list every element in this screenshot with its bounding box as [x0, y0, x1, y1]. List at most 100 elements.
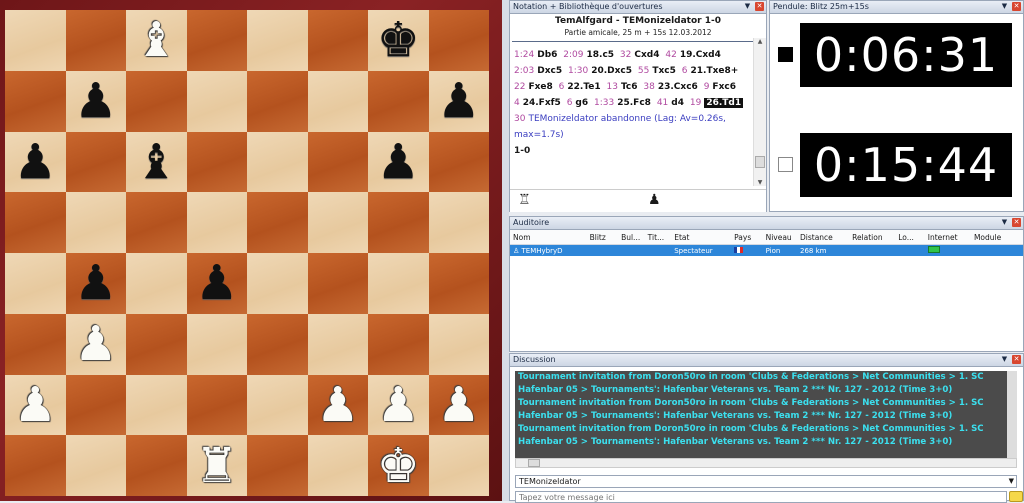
- board-square[interactable]: [307, 253, 368, 314]
- move[interactable]: 23.Cxc6: [658, 82, 698, 92]
- move[interactable]: 26.Td1: [704, 98, 744, 108]
- board-square[interactable]: [247, 131, 308, 193]
- send-button[interactable]: [1009, 491, 1023, 502]
- chat-scrollbar[interactable]: [1007, 371, 1017, 458]
- board-square[interactable]: [186, 313, 247, 375]
- table-row[interactable]: ♙ TEMHybryD Spectateur Pion 268 km: [510, 245, 1023, 256]
- close-icon[interactable]: ✕: [1012, 355, 1021, 364]
- board-square[interactable]: [186, 374, 247, 436]
- board-square[interactable]: [247, 435, 308, 496]
- scroll-down-icon[interactable]: ▼: [754, 179, 766, 186]
- board-square[interactable]: [307, 435, 368, 496]
- board-square[interactable]: [126, 313, 187, 375]
- scroll-thumb[interactable]: [755, 156, 765, 168]
- column-header[interactable]: Nom: [510, 233, 587, 242]
- board-square[interactable]: [428, 131, 489, 193]
- board-square[interactable]: [65, 131, 126, 193]
- board-square[interactable]: [368, 313, 429, 375]
- column-header[interactable]: Niveau: [763, 233, 797, 242]
- board-square[interactable]: [247, 253, 308, 314]
- board-square[interactable]: [428, 253, 489, 314]
- board-square[interactable]: [307, 10, 368, 71]
- board-square[interactable]: [307, 313, 368, 375]
- column-header[interactable]: Relation: [849, 233, 895, 242]
- black-piece[interactable]: ♟: [14, 138, 57, 186]
- board-square[interactable]: [247, 313, 308, 375]
- chessboard[interactable]: ♝ ♚ ♟ ♟ ♟ ♝ ♟ ♟ ♟ ♟ ♟ ♟ ♟ ♟ ♜ ♚: [5, 10, 489, 496]
- column-header[interactable]: Internet: [925, 233, 971, 242]
- chat-target-select[interactable]: TEMonizeldator ▼: [515, 475, 1017, 488]
- column-header[interactable]: Tit...: [645, 233, 672, 242]
- board-square[interactable]: [126, 435, 187, 496]
- board-square[interactable]: [307, 192, 368, 253]
- column-header[interactable]: Blitz: [587, 233, 618, 242]
- board-square[interactable]: [247, 70, 308, 132]
- white-piece[interactable]: ♟: [14, 381, 57, 429]
- board-square[interactable]: [65, 192, 126, 253]
- white-piece[interactable]: ♟: [74, 320, 117, 368]
- board-square[interactable]: ♟: [186, 253, 247, 314]
- board-square[interactable]: ♚: [368, 435, 429, 496]
- board-square[interactable]: [126, 253, 187, 314]
- board-square[interactable]: [247, 192, 308, 253]
- move[interactable]: 22.Te1: [567, 82, 600, 92]
- board-square[interactable]: [368, 70, 429, 132]
- board-square[interactable]: [307, 70, 368, 132]
- black-piece[interactable]: ♚: [377, 16, 420, 64]
- move[interactable]: 24.Fxf5: [523, 98, 561, 108]
- column-header[interactable]: Lo...: [895, 233, 925, 242]
- board-square[interactable]: ♝: [126, 10, 187, 71]
- move[interactable]: Dxc5: [537, 66, 562, 76]
- white-piece[interactable]: ♟: [377, 381, 420, 429]
- notation-scrollbar[interactable]: ▲ ▼: [753, 38, 766, 186]
- scroll-up-icon[interactable]: ▲: [754, 38, 766, 45]
- white-piece[interactable]: ♚: [377, 442, 420, 490]
- board-square[interactable]: [186, 131, 247, 193]
- board-square[interactable]: [428, 192, 489, 253]
- board-square[interactable]: ♟: [428, 70, 489, 132]
- move[interactable]: Tc6: [621, 82, 638, 92]
- board-square[interactable]: [247, 374, 308, 436]
- board-square[interactable]: [307, 131, 368, 193]
- column-header[interactable]: Etat: [671, 233, 731, 242]
- move[interactable]: 21.Txe8+: [691, 66, 739, 76]
- black-piece[interactable]: ♟: [74, 77, 117, 125]
- column-header[interactable]: Module: [971, 233, 1023, 242]
- black-piece[interactable]: ♟: [377, 138, 420, 186]
- white-piece[interactable]: ♟: [437, 381, 480, 429]
- chevron-down-icon[interactable]: ▼: [1000, 2, 1009, 11]
- board-square[interactable]: [5, 435, 66, 496]
- black-piece[interactable]: ♟: [195, 259, 238, 307]
- board-square[interactable]: ♟: [307, 374, 368, 436]
- board-square[interactable]: [428, 435, 489, 496]
- board-square[interactable]: [186, 10, 247, 71]
- chat-horizontal-scrollbar[interactable]: [515, 458, 1017, 468]
- move[interactable]: Txc5: [652, 66, 676, 76]
- board-square[interactable]: [5, 192, 66, 253]
- board-square[interactable]: [5, 10, 66, 71]
- board-square[interactable]: [186, 192, 247, 253]
- move[interactable]: g6: [575, 98, 588, 108]
- move[interactable]: 18.c5: [587, 50, 615, 60]
- board-square[interactable]: [5, 313, 66, 375]
- board-square[interactable]: ♜: [186, 435, 247, 496]
- move[interactable]: 25.Fc8: [617, 98, 651, 108]
- splitter[interactable]: [502, 0, 509, 501]
- board-square[interactable]: [126, 374, 187, 436]
- board-square[interactable]: [65, 374, 126, 436]
- black-piece[interactable]: ♟: [437, 77, 480, 125]
- column-header[interactable]: Distance: [797, 233, 849, 242]
- board-square[interactable]: [65, 10, 126, 71]
- scroll-thumb[interactable]: [528, 459, 540, 467]
- close-icon[interactable]: ✕: [1012, 218, 1021, 227]
- board-square[interactable]: [368, 253, 429, 314]
- chevron-down-icon[interactable]: ▼: [1000, 355, 1009, 364]
- chevron-down-icon[interactable]: ▼: [743, 2, 752, 11]
- move[interactable]: 20.Dxc5: [591, 66, 632, 76]
- close-icon[interactable]: ✕: [755, 2, 764, 11]
- board-square[interactable]: [5, 253, 66, 314]
- white-piece[interactable]: ♜: [195, 442, 238, 490]
- board-square[interactable]: [5, 70, 66, 132]
- move[interactable]: Fxc6: [712, 82, 736, 92]
- board-square[interactable]: ♟: [65, 313, 126, 375]
